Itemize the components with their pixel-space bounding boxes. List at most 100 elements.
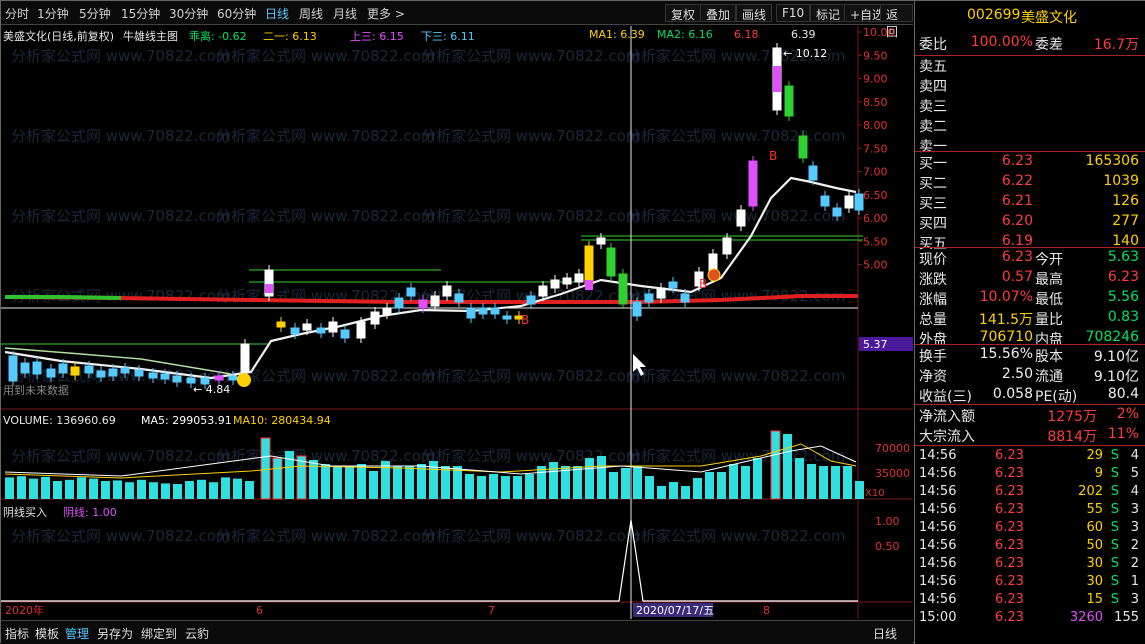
quote-row: 净资 2.50 流通 9.10亿: [917, 366, 1143, 387]
toolbar-button-3[interactable]: F10: [776, 4, 811, 22]
volume-label: VOLUME: 136960.69: [3, 414, 116, 427]
toolbar-button-4[interactable]: 标记: [810, 4, 847, 22]
bottom-tab-0[interactable]: 指标: [5, 625, 29, 642]
stat-value-2: 0.83: [1107, 309, 1139, 325]
ma1-value: MA1: 6.39: [589, 28, 645, 41]
eryi-value: 二一: 6.13: [263, 30, 317, 43]
candle-highlight: [265, 284, 273, 293]
volume-bar: [453, 466, 462, 499]
candle-body: [680, 293, 690, 303]
volume-bar: [843, 466, 852, 499]
quote-row: 现价 6.23 今开 5.63: [917, 249, 1143, 270]
shangsan-value: 上三: 6.15: [350, 30, 404, 43]
stat-label: 收益(三): [919, 389, 972, 405]
candle-body: [302, 323, 312, 331]
bottom-tab-5[interactable]: 云豹: [185, 625, 209, 642]
quote-row: 换手 15.56% 股本 9.10亿: [917, 346, 1143, 367]
bottom-tab-3[interactable]: 另存为: [97, 625, 133, 642]
tick-time: 14:56: [919, 574, 957, 589]
watermark-text: 分析家公式网 www.70822.com: [11, 527, 231, 545]
candle-body: [356, 321, 366, 339]
bottom-tab-2[interactable]: 管理: [65, 625, 89, 642]
date-month: 8: [763, 604, 770, 617]
buy-level-price: 6.20: [1001, 213, 1033, 229]
candle-body: [340, 329, 350, 339]
toolbar-button-0[interactable]: 复权: [665, 4, 702, 22]
volume-ma10: MA10: 280434.94: [233, 414, 331, 427]
tick-count: 4: [1130, 448, 1139, 463]
bottom-period[interactable]: 日线: [873, 625, 897, 642]
period-7[interactable]: 周线: [299, 5, 323, 22]
quote-row: 卖四: [917, 76, 1143, 97]
ma-band-green: [5, 295, 122, 300]
buy-level-volume: 277: [1112, 213, 1139, 229]
period-2[interactable]: 5分钟: [79, 5, 111, 22]
tick-row: 14:56 6.23 60 S 3: [917, 520, 1143, 538]
tick-price: 6.23: [995, 592, 1024, 607]
cursor-date: 2020/07/17/五: [636, 604, 714, 617]
volume-bar: [513, 476, 522, 499]
volume-bar: [657, 486, 666, 499]
stat-label-2: 最低: [1035, 292, 1063, 308]
stat-value: 10.07%: [979, 289, 1033, 305]
tick-side: S: [1110, 556, 1119, 571]
quote-row: 买二 6.22 1039: [917, 173, 1143, 194]
volume-bar: [345, 466, 354, 499]
period-8[interactable]: 月线: [333, 5, 357, 22]
watermark-text: 分析家公式网 www.70822.com: [626, 207, 846, 225]
candle-body: [574, 273, 584, 283]
kline-chart[interactable]: 分析家公式网 www.70822.com分析家公式网 www.70822.com…: [1, 26, 913, 619]
toolbar-button-6[interactable]: 返回: [880, 4, 913, 39]
divider: [915, 404, 1145, 405]
period-3[interactable]: 15分钟: [121, 5, 160, 22]
volume-bar: [645, 476, 654, 499]
toolbar-button-2[interactable]: 画线: [736, 4, 773, 22]
tick-volume: 55: [1086, 502, 1103, 517]
candle-body: [538, 285, 548, 297]
bottom-toolbar: 指标 模板 管理 另存为 绑定到 云豹 日线: [1, 620, 913, 644]
watermark-text: 分析家公式网 www.70822.com: [421, 127, 641, 145]
volume-bar: [173, 484, 182, 499]
candle-body: [632, 301, 642, 317]
period-0[interactable]: 分时: [5, 5, 29, 22]
period-4[interactable]: 30分钟: [169, 5, 208, 22]
period-9[interactable]: 更多 >: [367, 5, 405, 22]
tick-price: 6.23: [995, 520, 1024, 535]
watermark-text: 分析家公式网 www.70822.com: [626, 127, 846, 145]
volume-bar: [705, 472, 714, 499]
tick-volume: 3260: [1069, 610, 1103, 625]
volume-bar: [197, 479, 206, 499]
volume-bar: [771, 431, 780, 499]
period-5[interactable]: 60分钟: [217, 5, 256, 22]
candle-body: [172, 375, 182, 383]
buy-level-volume: 165306: [1085, 153, 1139, 169]
stat-value-2: 80.4: [1107, 386, 1139, 402]
tick-count: 5: [1130, 466, 1139, 481]
volume-bar: [357, 464, 366, 499]
buy-level-price: 6.23: [1001, 153, 1033, 169]
candle-body: [618, 273, 628, 305]
watermark-text: 分析家公式网 www.70822.com: [626, 367, 846, 385]
candle-body: [502, 315, 512, 320]
candle-body: [844, 195, 854, 209]
bottom-tab-4[interactable]: 绑定到: [141, 625, 177, 642]
stat-value-2: 5.56: [1107, 289, 1139, 305]
divider: [915, 344, 1145, 345]
watermark-text: 分析家公式网 www.70822.com: [421, 47, 641, 65]
stat-label-2: 量比: [1035, 312, 1063, 328]
tick-time: 14:56: [919, 448, 957, 463]
period-1[interactable]: 1分钟: [37, 5, 69, 22]
indicator3-value: 阴线: 1.00: [63, 506, 117, 519]
price-tick: 10.00: [863, 26, 895, 39]
candle-body: [454, 293, 464, 303]
tick-side: S: [1110, 538, 1119, 553]
candle-body: [46, 368, 56, 378]
bottom-tab-1[interactable]: 模板: [35, 625, 59, 642]
buy-level-volume: 1039: [1103, 173, 1139, 189]
candle-body: [58, 363, 68, 374]
candle-body: [316, 327, 326, 334]
stat-value-2: 5.63: [1107, 249, 1139, 265]
toolbar-button-1[interactable]: 叠加: [700, 4, 737, 22]
chart-area[interactable]: 分析家公式网 www.70822.com 分析家公式网 www.70822.com…: [1, 26, 913, 619]
period-6[interactable]: 日线: [265, 5, 289, 22]
